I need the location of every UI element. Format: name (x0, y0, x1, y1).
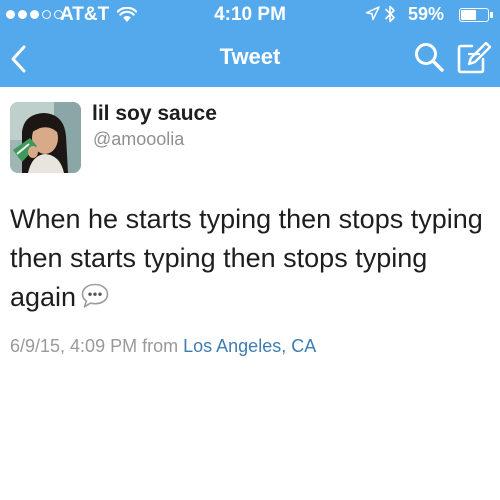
author-avatar[interactable] (10, 102, 81, 173)
bluetooth-icon (384, 4, 396, 29)
navigation-header: AT&T 4:10 PM 59% Tweet (0, 0, 500, 87)
compose-icon (457, 41, 492, 74)
status-bar: AT&T 4:10 PM 59% (0, 0, 500, 30)
author-display-name[interactable]: lil soy sauce (92, 102, 217, 126)
location-arrow-icon (365, 6, 380, 26)
compose-button[interactable] (455, 40, 493, 76)
search-button[interactable] (412, 40, 446, 74)
battery-icon (459, 8, 493, 22)
tweet-body: When he starts typing then stops typing … (10, 200, 490, 320)
author-handle[interactable]: @amooolia (93, 129, 184, 150)
tweet-meta: 6/9/15, 4:09 PM from Los Angeles, CA (10, 336, 316, 357)
tweet-location-link[interactable]: Los Angeles, CA (183, 336, 316, 356)
search-icon (415, 43, 444, 72)
tweet-detail-screen: AT&T 4:10 PM 59% Tweet lil soy sauce @am… (0, 0, 500, 500)
avatar-photo (10, 102, 81, 173)
battery-percentage: 59% (408, 4, 445, 24)
speech-bubble-ellipsis-icon (80, 281, 110, 320)
from-label: from (142, 336, 179, 356)
tweet-timestamp: 6/9/15, 4:09 PM (10, 336, 138, 356)
